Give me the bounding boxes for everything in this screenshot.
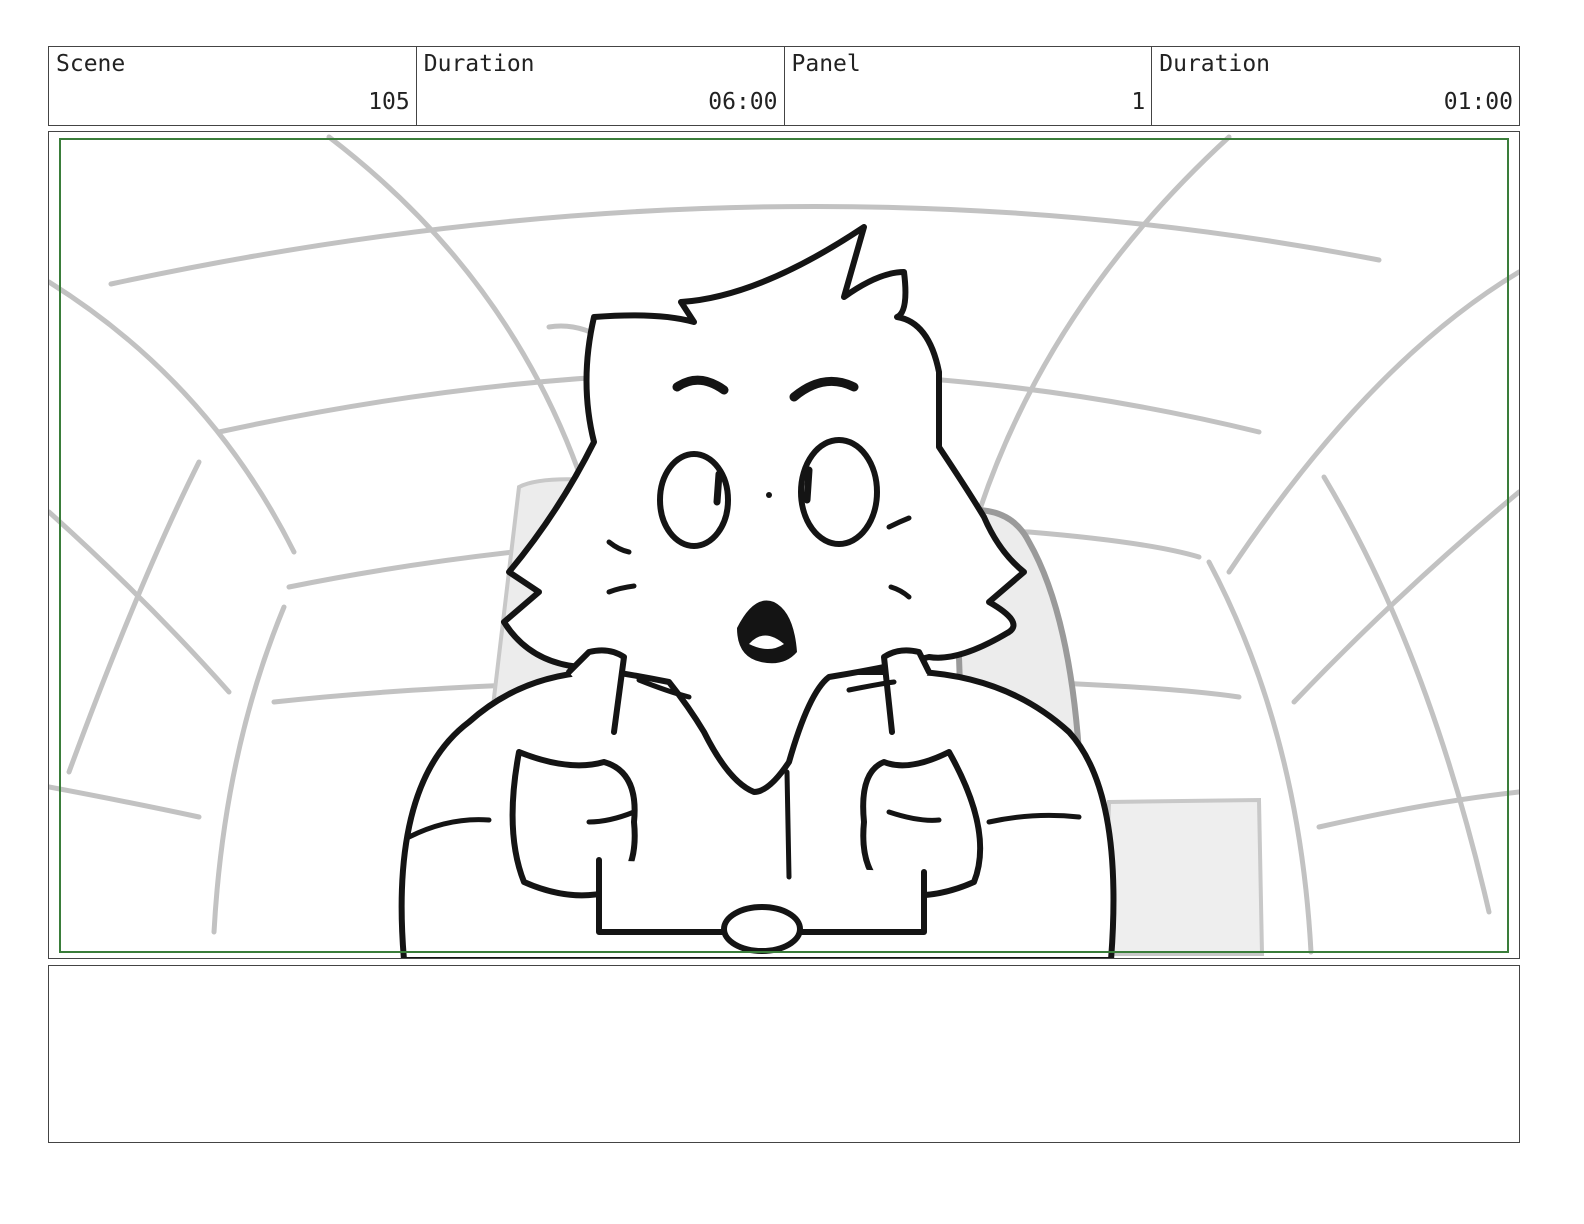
panel-drawing: [49, 134, 1519, 958]
panel-duration-cell: Duration 01:00: [1152, 47, 1519, 125]
scene-cell: Scene 105: [49, 47, 417, 125]
storyboard-header: Scene 105 Duration 06:00 Panel 1 Duratio…: [48, 46, 1520, 126]
panel-duration-label: Duration: [1159, 51, 1271, 77]
scene-label: Scene: [56, 51, 126, 77]
scene-duration-value: 06:00: [708, 89, 778, 115]
panel-duration-value: 01:00: [1443, 89, 1513, 115]
scene-number: 105: [368, 89, 410, 115]
action-notes-box: [48, 965, 1520, 1143]
panel-label: Panel: [791, 51, 861, 77]
storyboard-panel-frame: [48, 131, 1520, 959]
scene-duration-label: Duration: [423, 51, 535, 77]
panel-cell: Panel 1: [785, 47, 1153, 125]
panel-number: 1: [1131, 89, 1146, 115]
scene-duration-cell: Duration 06:00: [417, 47, 785, 125]
